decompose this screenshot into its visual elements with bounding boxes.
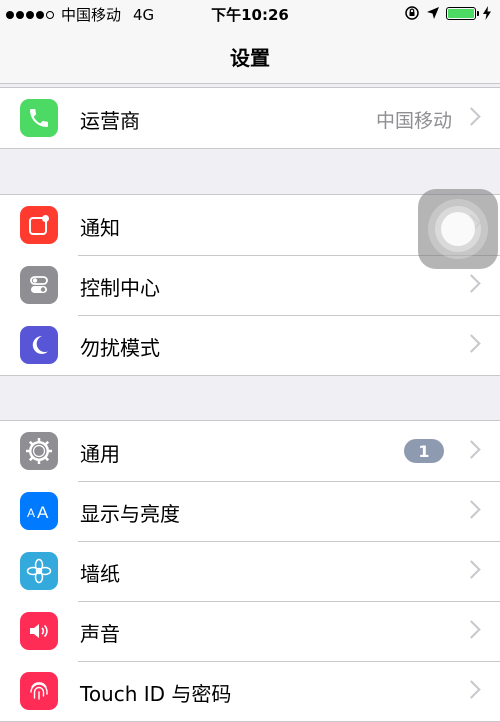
navigation-bar: 设置 — [0, 28, 500, 84]
settings-row-carrier[interactable]: 运营商 中国移动 — [0, 88, 500, 148]
battery-icon — [446, 6, 479, 20]
location-arrow-icon — [427, 7, 439, 19]
update-badge: 1 — [404, 439, 444, 463]
assistive-touch-ring — [428, 199, 488, 259]
settings-row-label: 声音 — [80, 622, 120, 646]
carrier-value: 中国移动 — [375, 110, 452, 132]
assistive-touch-core — [441, 212, 475, 246]
settings-row-label: 通用 — [80, 442, 120, 466]
svg-text:A: A — [27, 506, 35, 520]
page-title: 设置 — [230, 46, 270, 70]
chevron-right-icon — [462, 500, 481, 519]
chevron-right-icon — [462, 560, 481, 579]
settings-row-label: 墙纸 — [80, 562, 120, 586]
settings-row-label: 控制中心 — [80, 276, 160, 300]
charging-bolt-icon — [483, 6, 491, 20]
speaker-icon — [20, 612, 58, 650]
settings-row-display-brightness[interactable]: A A 显示与亮度 — [0, 481, 500, 541]
rotation-lock-icon — [405, 6, 419, 20]
moon-icon — [20, 326, 58, 364]
chevron-right-icon — [462, 620, 481, 639]
settings-group-carrier: 运营商 中国移动 — [0, 87, 500, 149]
chevron-right-icon — [462, 107, 481, 126]
settings-row-label: 运营商 — [80, 109, 140, 133]
notifications-icon — [20, 206, 58, 244]
fingerprint-icon — [20, 672, 58, 710]
chevron-right-icon — [462, 274, 481, 293]
settings-row-do-not-disturb[interactable]: 勿扰模式 — [0, 315, 500, 375]
svg-text:A: A — [37, 503, 49, 522]
settings-row-sounds[interactable]: 声音 — [0, 601, 500, 661]
settings-row-label: Touch ID 与密码 — [80, 682, 232, 706]
settings-row-label: 显示与亮度 — [80, 502, 180, 526]
assistive-touch-ring — [435, 206, 481, 252]
gear-icon — [20, 432, 58, 470]
display-aa-icon: A A — [20, 492, 58, 530]
settings-row-label: 通知 — [80, 216, 120, 240]
control-center-icon — [20, 266, 58, 304]
settings-row-general[interactable]: 通用 1 — [0, 421, 500, 481]
wallpaper-flower-icon — [20, 552, 58, 590]
phone-icon — [20, 99, 58, 137]
settings-row-touch-id[interactable]: Touch ID 与密码 — [0, 661, 500, 721]
status-right — [404, 5, 492, 21]
chevron-right-icon — [462, 334, 481, 353]
status-bar: 中国移动 4G 下午10:26 — [0, 0, 500, 28]
assistive-touch-button[interactable] — [418, 189, 498, 269]
chevron-right-icon — [462, 680, 481, 699]
chevron-right-icon — [462, 440, 481, 459]
settings-row-wallpaper[interactable]: 墙纸 — [0, 541, 500, 601]
battery-level — [448, 8, 474, 18]
settings-group-general: 通用 1 A A 显示与亮度 墙纸 声音 Touch ID 与密码 — [0, 420, 500, 722]
settings-row-label: 勿扰模式 — [80, 336, 160, 360]
